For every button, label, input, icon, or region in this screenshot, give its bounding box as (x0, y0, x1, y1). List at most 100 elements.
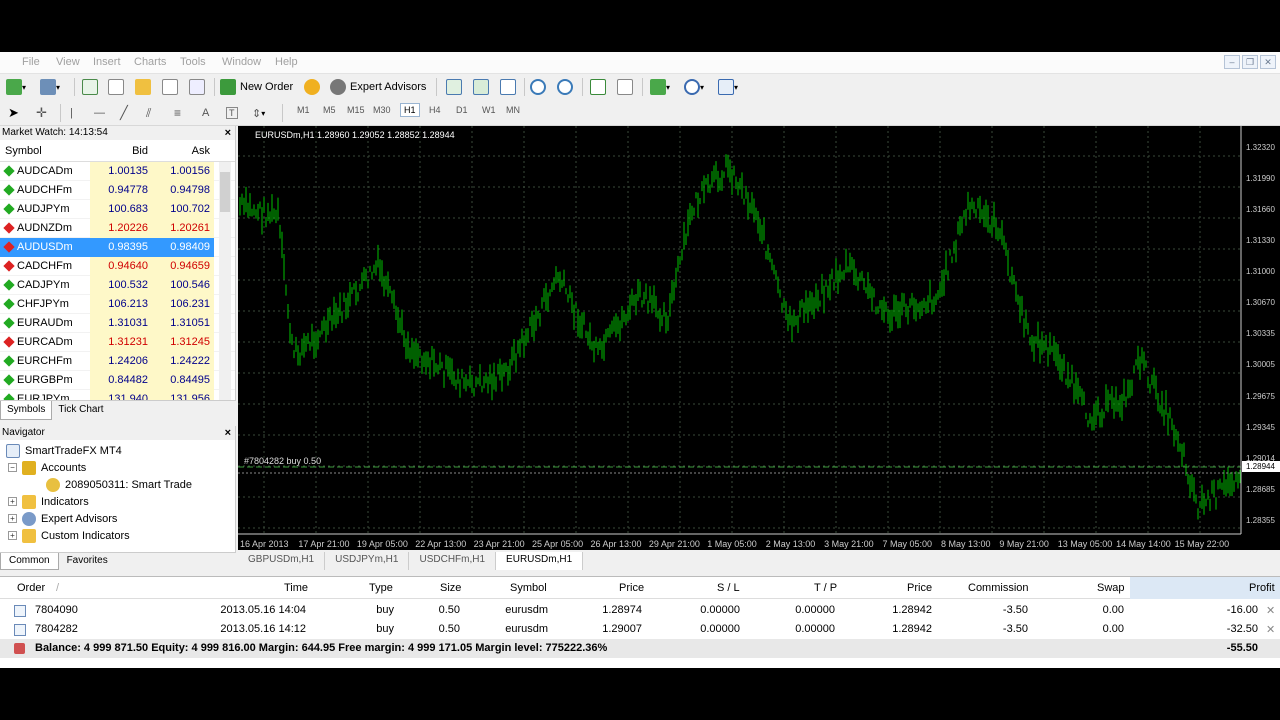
close-icon[interactable]: × (225, 126, 231, 140)
nav-custom-indicators[interactable]: + Custom Indicators (8, 527, 130, 544)
timeframe-d1[interactable]: D1 (456, 105, 468, 115)
market-watch-row[interactable]: AUDJPYm 100.683 100.702 (0, 199, 235, 219)
new-chart-button[interactable]: ▾ (6, 77, 26, 97)
periods-button[interactable]: ▾ (684, 77, 704, 97)
market-watch-row[interactable]: AUDCADm 1.00135 1.00156 (0, 161, 235, 181)
market-watch-row[interactable]: AUDNZDm 1.20226 1.20261 (0, 218, 235, 238)
tab-favorites[interactable]: Favorites (59, 553, 116, 570)
menu-insert[interactable]: Insert (93, 56, 121, 68)
nav-accounts[interactable]: − Accounts (8, 459, 86, 476)
price-chart[interactable]: EURUSDm,H1 1.28960 1.29052 1.28852 1.289… (238, 126, 1280, 550)
nav-root[interactable]: SmartTradeFX MT4 (6, 442, 122, 459)
tab-symbols[interactable]: Symbols (0, 401, 53, 420)
expand-icon[interactable]: + (8, 514, 17, 523)
collapse-icon[interactable]: − (8, 463, 17, 472)
cursor-tool[interactable]: ➤ (8, 103, 19, 123)
expert-advisors-button[interactable]: Expert Advisors (330, 77, 426, 97)
market-watch-row[interactable]: EURAUDm 1.31031 1.31051 (0, 313, 235, 333)
market-watch-scrollbar[interactable] (219, 162, 231, 402)
table-row[interactable]: 7804090 2013.05.16 14:04 buy 0.50 eurusd… (0, 601, 1280, 620)
chart-tab-usdchf[interactable]: USDCHFm,H1 (409, 552, 497, 570)
table-row[interactable]: 7804282 2013.05.16 14:12 buy 0.50 eurusd… (0, 620, 1280, 639)
col-type[interactable]: Type (369, 582, 393, 594)
restore-icon[interactable]: ❐ (1242, 55, 1258, 69)
col-price2[interactable]: Price (907, 582, 932, 594)
fibonacci-tool[interactable]: ≡ (174, 103, 181, 123)
expand-icon[interactable]: + (8, 497, 17, 506)
bar-chart-button[interactable] (446, 77, 462, 97)
navigator-button[interactable] (135, 77, 151, 97)
menu-charts[interactable]: Charts (134, 56, 166, 68)
channel-tool[interactable]: ⫽ (146, 103, 151, 123)
templates-button[interactable]: ▾ (718, 77, 738, 97)
market-watch-row[interactable]: EURCHFm 1.24206 1.24222 (0, 351, 235, 371)
col-tp[interactable]: T / P (814, 582, 837, 594)
indicators-button[interactable]: ▾ (650, 77, 670, 97)
chart-shift-button[interactable] (617, 77, 633, 97)
profiles-button[interactable]: ▾ (40, 77, 60, 97)
column-symbol[interactable]: Symbol (0, 145, 90, 157)
line-chart-button[interactable] (500, 77, 516, 97)
data-window-button[interactable] (108, 77, 124, 97)
col-time[interactable]: Time (284, 582, 308, 594)
market-watch-row[interactable]: EURCADm 1.31231 1.31245 (0, 332, 235, 352)
arrows-tool[interactable]: ⇕ ▾ (252, 103, 265, 123)
horizontal-line-tool[interactable]: — (94, 103, 105, 123)
col-commission[interactable]: Commission (968, 582, 1029, 594)
market-watch-row[interactable]: CADCHFm 0.94640 0.94659 (0, 256, 235, 276)
menu-help[interactable]: Help (275, 56, 298, 68)
timeframe-m5[interactable]: M5 (323, 105, 336, 115)
market-watch-button[interactable] (82, 77, 98, 97)
timeframe-h4[interactable]: H4 (429, 105, 441, 115)
menu-file[interactable]: File (22, 56, 40, 68)
nav-indicators[interactable]: + Indicators (8, 493, 89, 510)
column-bid[interactable]: Bid (90, 145, 152, 157)
auto-scroll-button[interactable] (590, 77, 606, 97)
market-watch-row[interactable]: AUDUSDm 0.98395 0.98409 (0, 237, 235, 257)
candlestick-button[interactable] (473, 77, 489, 97)
market-watch-row[interactable]: EURGBPm 0.84482 0.84495 (0, 370, 235, 390)
column-ask[interactable]: Ask (152, 145, 214, 157)
label-tool[interactable]: T (226, 103, 238, 123)
col-price[interactable]: Price (619, 582, 644, 594)
tester-button[interactable] (189, 77, 205, 97)
col-order[interactable]: Order (17, 582, 45, 594)
terminal-button[interactable] (162, 77, 178, 97)
zoom-out-button[interactable] (557, 77, 573, 97)
close-position-icon[interactable]: ✕ (1266, 604, 1275, 617)
close-icon[interactable]: ✕ (1260, 55, 1276, 69)
col-swap[interactable]: Swap (1097, 582, 1125, 594)
timeframe-m1[interactable]: M1 (297, 105, 310, 115)
market-watch-row[interactable]: CADJPYm 100.532 100.546 (0, 275, 235, 295)
timeframe-m30[interactable]: M30 (373, 105, 391, 115)
close-icon[interactable]: × (225, 426, 231, 440)
timeframe-w1[interactable]: W1 (482, 105, 496, 115)
nav-account-item[interactable]: 2089050311: Smart Trade (46, 476, 192, 493)
chart-tab-usdjpy[interactable]: USDJPYm,H1 (325, 552, 410, 570)
menu-tools[interactable]: Tools (180, 56, 206, 68)
crosshair-tool[interactable]: ✛ (36, 103, 47, 123)
expand-icon[interactable]: + (8, 531, 17, 540)
col-sl[interactable]: S / L (717, 582, 740, 594)
text-tool[interactable]: A (202, 103, 209, 123)
timeframe-m15[interactable]: M15 (347, 105, 365, 115)
zoom-in-button[interactable] (530, 77, 546, 97)
vertical-line-tool[interactable]: | (70, 103, 73, 123)
new-order-button[interactable]: New Order (220, 77, 293, 97)
chart-tab-gbpusd[interactable]: GBPUSDm,H1 (238, 552, 326, 570)
tab-common[interactable]: Common (0, 553, 59, 570)
market-watch-row[interactable]: CHFJPYm 106.213 106.231 (0, 294, 235, 314)
autotrading-toggle[interactable] (304, 77, 320, 97)
col-profit[interactable]: Profit (1249, 582, 1275, 594)
menu-window[interactable]: Window (222, 56, 261, 68)
market-watch-row[interactable]: AUDCHFm 0.94778 0.94798 (0, 180, 235, 200)
minimize-icon[interactable]: – (1224, 55, 1240, 69)
col-symbol[interactable]: Symbol (510, 582, 547, 594)
timeframe-h1[interactable]: H1 (400, 103, 420, 117)
close-position-icon[interactable]: ✕ (1266, 623, 1275, 636)
menu-view[interactable]: View (56, 56, 80, 68)
tab-tick-chart[interactable]: Tick Chart (52, 401, 109, 420)
timeframe-mn[interactable]: MN (506, 105, 520, 115)
chart-tab-eurusd[interactable]: EURUSDm,H1 (496, 552, 584, 570)
col-size[interactable]: Size (440, 582, 461, 594)
